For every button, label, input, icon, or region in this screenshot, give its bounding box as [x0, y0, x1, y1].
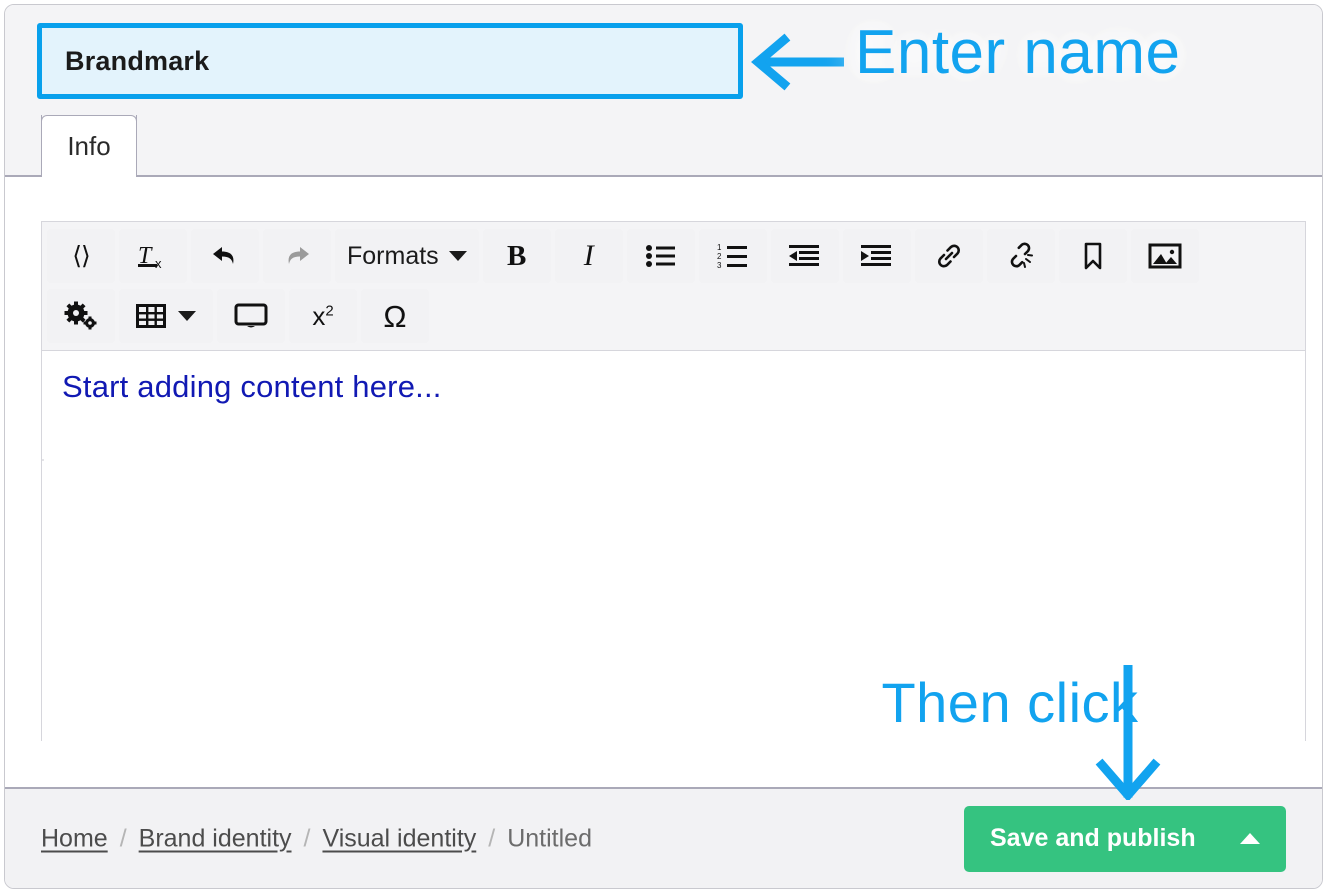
editor-toolbar: ⟨⟩ T x Formats B I 1 2 3 x2 Ω	[42, 222, 1305, 351]
breadcrumb-separator: /	[119, 824, 127, 852]
formats-dropdown-label: Formats	[347, 241, 439, 270]
annotation-arrow-down-icon	[1082, 660, 1174, 805]
source-code-icon[interactable]: ⟨⟩	[47, 229, 115, 283]
editor-toolbar-row-1: ⟨⟩ T x Formats B I 1 2 3	[45, 226, 1302, 286]
tab-info-label: Info	[67, 131, 111, 161]
tab-strip: Info	[5, 115, 1322, 177]
breadcrumb-separator: /	[303, 824, 311, 852]
tab-strip-left-filler	[5, 115, 42, 176]
italic-label: I	[583, 239, 594, 272]
unlink-icon[interactable]	[986, 229, 1055, 283]
editor-inner-divider	[42, 459, 44, 461]
table-icon[interactable]	[119, 289, 213, 343]
numbered-list-icon[interactable]: 1 2 3	[698, 229, 767, 283]
italic-icon[interactable]: I	[554, 229, 623, 283]
svg-text:2: 2	[717, 252, 722, 261]
remove-formatting-icon[interactable]: T x	[119, 229, 187, 283]
chevron-down-icon	[448, 251, 467, 261]
formats-dropdown[interactable]: Formats	[335, 229, 479, 283]
breadcrumb-item-home[interactable]: Home	[41, 824, 108, 853]
bold-icon[interactable]: B	[482, 229, 551, 283]
redo-icon[interactable]	[263, 229, 331, 283]
chevron-down-icon	[178, 311, 196, 321]
bold-label: B	[507, 239, 527, 272]
annotation-then-click-line1: Then click	[881, 671, 1139, 734]
breadcrumb-item-current: Untitled	[507, 824, 592, 852]
bullet-list-icon[interactable]	[626, 229, 695, 283]
content-name-input[interactable]: Brandmark	[37, 23, 743, 99]
link-icon[interactable]	[914, 229, 983, 283]
omega-label: Ω	[383, 298, 407, 334]
superscript-icon[interactable]: x2	[289, 289, 357, 343]
breadcrumb-item-visual-identity[interactable]: Visual identity	[322, 824, 476, 853]
screen-root: Brandmark Info ⟨⟩ T x Formats B I 1 2 3 …	[0, 0, 1327, 893]
outdent-icon[interactable]	[770, 229, 839, 283]
breadcrumb-separator: /	[488, 824, 496, 852]
special-character-icon[interactable]: Ω	[361, 289, 429, 343]
annotation-then-click: Then click ‘Save and publish’	[730, 508, 1290, 893]
macro-settings-icon[interactable]	[47, 289, 115, 343]
indent-icon[interactable]	[842, 229, 911, 283]
undo-icon[interactable]	[191, 229, 259, 283]
svg-text:1: 1	[717, 243, 722, 252]
image-icon[interactable]	[1130, 229, 1199, 283]
tab-info[interactable]: Info	[41, 115, 137, 177]
tab-strip-right-filler	[136, 115, 1322, 176]
svg-text:3: 3	[717, 261, 722, 269]
anchor-icon[interactable]	[1058, 229, 1127, 283]
breadcrumb: Home / Brand identity / Visual identity …	[41, 824, 592, 853]
superscript-label: x	[312, 301, 326, 331]
breadcrumb-item-brand-identity[interactable]: Brand identity	[139, 824, 292, 853]
editor-placeholder-text: Start adding content here...	[62, 369, 442, 404]
embed-media-icon[interactable]	[217, 289, 285, 343]
editor-toolbar-row-2: x2 Ω	[45, 286, 1302, 346]
annotation-enter-name: Enter name	[855, 18, 1181, 87]
svg-text:x: x	[155, 256, 162, 271]
annotation-arrow-left-icon	[748, 33, 845, 96]
